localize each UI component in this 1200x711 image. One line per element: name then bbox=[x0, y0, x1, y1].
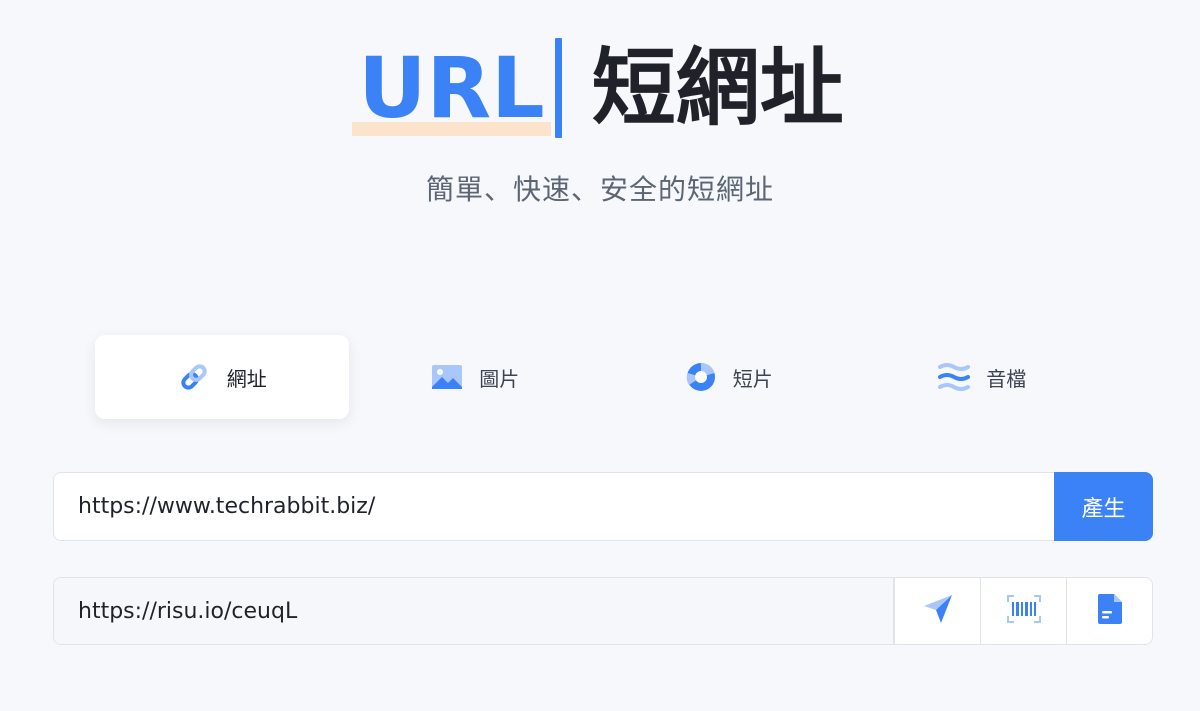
tab-url-label: 網址 bbox=[226, 366, 267, 391]
text-caret bbox=[554, 38, 562, 138]
link-icon bbox=[177, 360, 211, 394]
title-main: 短網址 bbox=[591, 39, 844, 137]
shorten-form: 產生 bbox=[53, 472, 1153, 541]
share-button[interactable] bbox=[894, 578, 980, 644]
tab-image[interactable]: 圖片 bbox=[349, 335, 603, 419]
barcode-icon bbox=[1006, 595, 1041, 627]
audio-icon bbox=[938, 362, 971, 392]
short-url-value[interactable]: https://risu.io/ceuqL bbox=[54, 578, 894, 644]
title-url-highlight: URL bbox=[352, 38, 552, 138]
tab-audio[interactable]: 音檔 bbox=[856, 335, 1110, 419]
image-icon bbox=[431, 364, 463, 390]
url-input[interactable] bbox=[53, 472, 1054, 541]
send-icon bbox=[922, 593, 954, 629]
document-icon bbox=[1097, 593, 1123, 629]
title-prefix: URL bbox=[358, 39, 545, 137]
tab-video-label: 短片 bbox=[732, 366, 773, 391]
tab-video[interactable]: 短片 bbox=[602, 335, 856, 419]
media-type-tabs: 網址 圖片 短片 音檔 bbox=[95, 335, 1109, 419]
page-subtitle: 簡單、快速、安全的短網址 bbox=[425, 173, 774, 206]
barcode-button[interactable] bbox=[980, 578, 1066, 644]
copy-button[interactable] bbox=[1066, 578, 1152, 644]
tab-audio-label: 音檔 bbox=[986, 366, 1027, 391]
tab-image-label: 圖片 bbox=[479, 366, 520, 391]
generate-button[interactable]: 產生 bbox=[1054, 472, 1153, 541]
tab-url[interactable]: 網址 bbox=[95, 335, 349, 419]
short-url-result: https://risu.io/ceuqL bbox=[53, 577, 1153, 645]
page-title: URL 短網址 bbox=[0, 38, 1200, 138]
video-icon bbox=[685, 361, 717, 393]
